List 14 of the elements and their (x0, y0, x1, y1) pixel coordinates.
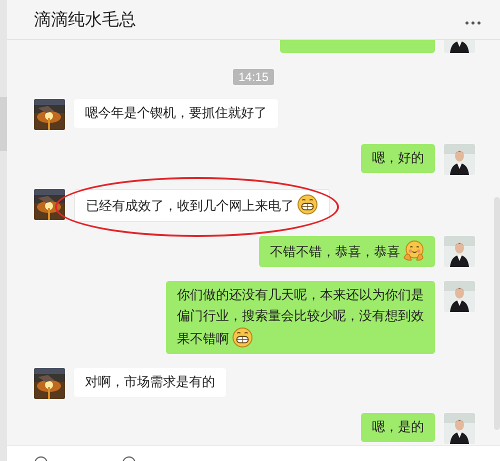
chat-title: 滴滴纯水毛总 (34, 9, 136, 31)
scrollbar-thumb[interactable] (0, 97, 7, 151)
grinning-face-icon (297, 194, 318, 215)
message-bubble: 不错不错，恭喜，恭喜 (259, 236, 435, 267)
message-bubble: 已经有成效了，收到几个网上来电了 (74, 189, 330, 222)
message-bubble: 嗯，好的 (361, 144, 435, 173)
timestamp: 14:15 (233, 69, 274, 85)
grinning-face-icon (232, 327, 253, 348)
message-bubble: 嗯，是的 (361, 413, 435, 442)
message-bubble: 嗯今年是个锲机，要抓住就好了 (74, 99, 278, 128)
message-bubble: 对啊，市场需求是有的 (74, 368, 226, 397)
more-icon[interactable] (465, 20, 481, 24)
message-bubble: 你们做的还没有几天呢，本来还以为你们是偏门行业，搜索量会比较少呢，没有想到效果不错啊 (166, 281, 435, 354)
hugging-face-icon (403, 240, 424, 261)
